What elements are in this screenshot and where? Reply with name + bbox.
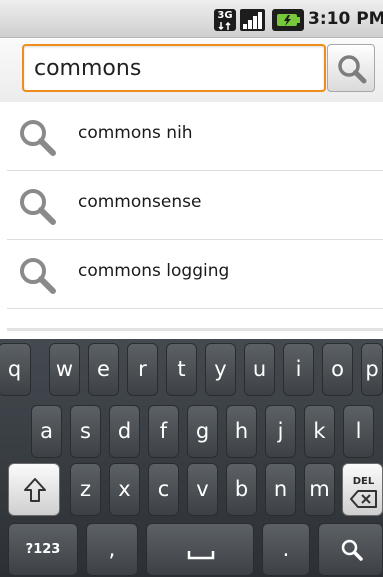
keyboard-search-key[interactable] xyxy=(318,523,383,576)
key-j[interactable]: j xyxy=(265,405,296,458)
network-label: 3G xyxy=(217,10,233,21)
suggestion-item[interactable]: commons logging xyxy=(7,241,383,309)
soft-keyboard: q w e r t y u i o p a s d f g h j k l z … xyxy=(0,339,383,577)
key-u[interactable]: u xyxy=(244,343,275,396)
key-z[interactable]: z xyxy=(70,463,101,516)
key-i[interactable]: i xyxy=(283,343,314,396)
shift-arrow-icon xyxy=(24,478,46,502)
key-x[interactable]: x xyxy=(109,463,140,516)
suggestion-text: commonsense xyxy=(78,192,202,212)
key-p[interactable]: p xyxy=(361,343,383,396)
suggestion-list: commons nih commonsense commons logging xyxy=(7,103,383,331)
key-h[interactable]: h xyxy=(226,405,257,458)
search-input[interactable] xyxy=(22,44,326,92)
search-button[interactable] xyxy=(327,44,375,92)
key-v[interactable]: v xyxy=(187,463,218,516)
suggestion-item[interactable]: commons nih xyxy=(7,103,383,171)
key-r[interactable]: r xyxy=(127,343,158,396)
key-a[interactable]: a xyxy=(31,405,62,458)
key-comma[interactable]: , xyxy=(86,523,138,576)
search-icon xyxy=(20,120,56,156)
key-s[interactable]: s xyxy=(70,405,101,458)
key-t[interactable]: t xyxy=(166,343,197,396)
delete-label: DEL xyxy=(352,476,375,487)
space-key[interactable] xyxy=(146,523,254,576)
battery-icon xyxy=(272,9,304,31)
key-k[interactable]: k xyxy=(304,405,335,458)
3g-icon: 3G xyxy=(214,9,236,31)
search-icon xyxy=(20,258,56,294)
key-f[interactable]: f xyxy=(148,405,179,458)
key-period[interactable]: . xyxy=(262,523,310,576)
key-n[interactable]: n xyxy=(265,463,296,516)
shift-key[interactable] xyxy=(8,463,60,516)
key-y[interactable]: y xyxy=(205,343,236,396)
key-e[interactable]: e xyxy=(88,343,119,396)
suggestion-text: commons logging xyxy=(78,261,230,281)
delete-key[interactable]: DEL xyxy=(342,463,383,516)
symbols-key[interactable]: ?123 xyxy=(8,523,78,576)
key-g[interactable]: g xyxy=(187,405,218,458)
key-m[interactable]: m xyxy=(304,463,335,516)
suggestion-item[interactable]: commonsense xyxy=(7,172,383,240)
key-q[interactable]: q xyxy=(0,343,31,396)
key-c[interactable]: c xyxy=(148,463,179,516)
clock: 3:10 PM xyxy=(308,9,383,29)
key-l[interactable]: l xyxy=(343,405,374,458)
data-arrows-icon xyxy=(218,21,231,31)
key-b[interactable]: b xyxy=(226,463,257,516)
key-w[interactable]: w xyxy=(49,343,80,396)
suggestion-text: commons nih xyxy=(78,123,193,143)
search-bar xyxy=(0,39,383,102)
search-icon xyxy=(338,55,367,84)
status-bar: 3G 3:10 PM xyxy=(0,0,383,38)
backspace-icon xyxy=(350,490,377,508)
search-icon xyxy=(341,539,363,561)
key-o[interactable]: o xyxy=(322,343,353,396)
key-d[interactable]: d xyxy=(109,405,140,458)
space-bar-icon xyxy=(187,551,215,560)
signal-bars-icon xyxy=(240,9,265,31)
search-icon xyxy=(20,189,56,225)
